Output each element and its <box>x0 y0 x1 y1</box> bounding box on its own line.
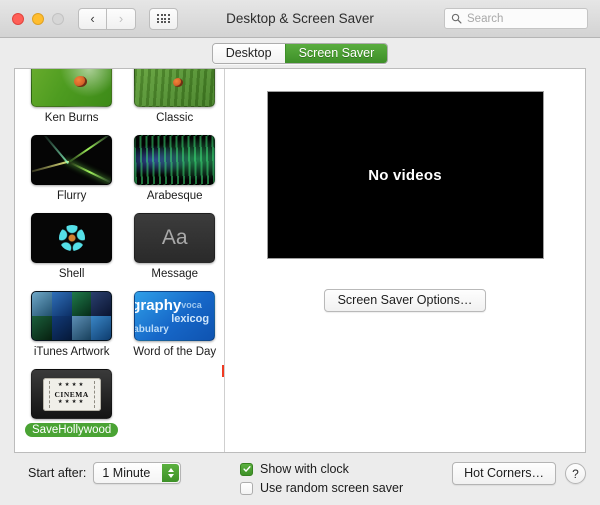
ladybug-icon <box>173 78 184 87</box>
show-all-button[interactable] <box>149 7 178 30</box>
screensaver-thumbnail <box>31 213 113 263</box>
ticket-title: CINEMA <box>54 389 89 399</box>
screensaver-thumbnail <box>31 69 113 107</box>
checkmark-icon <box>242 466 251 472</box>
search-field[interactable]: Search <box>444 8 588 29</box>
checkbox-box[interactable] <box>240 481 253 495</box>
screensaver-label: Arabesque <box>146 190 203 202</box>
preview-pane: No videos Screen Saver Options… <box>225 69 585 452</box>
help-button[interactable]: ? <box>565 463 586 484</box>
chevron-right-icon: › <box>118 11 124 26</box>
preferences-content: Ken Burns Classic Flurry Arabesque Shell… <box>14 68 586 453</box>
screensaver-item-ken-burns[interactable]: Ken Burns <box>25 69 118 125</box>
screensaver-thumbnail: graphy lexicog voca abulary <box>134 291 216 341</box>
word-fragment: voca <box>181 300 202 310</box>
stepper-up-down-icon[interactable] <box>162 464 180 482</box>
screensaver-item-savehollywood[interactable]: ★★★★ CINEMA ★★★★ SaveHollywood <box>25 369 119 437</box>
search-placeholder: Search <box>467 12 504 25</box>
screensaver-item-classic[interactable]: Classic <box>126 69 223 125</box>
start-after-value: 1 Minute <box>102 466 151 480</box>
segmented-control: Desktop Screen Saver <box>211 42 389 64</box>
tab-bar: Desktop Screen Saver <box>0 38 600 68</box>
flurry-streak-icon <box>42 136 70 165</box>
start-after-group: Start after: 1 Minute <box>28 462 182 484</box>
scroll-marker <box>222 365 224 377</box>
system-preferences-window: ‹ › Desktop & Screen Saver Search Deskto… <box>0 0 600 505</box>
tab-desktop[interactable]: Desktop <box>212 43 285 63</box>
search-icon <box>451 13 462 24</box>
start-after-label: Start after: <box>28 466 87 480</box>
word-fragment: graphy <box>134 297 182 314</box>
screensaver-item-message[interactable]: Aa Message <box>126 213 223 281</box>
checkbox-group: Show with clock Use random screen saver <box>240 462 403 495</box>
screensaver-item-arabesque[interactable]: Arabesque <box>126 135 223 203</box>
bottom-controls: Start after: 1 Minute Show with clock Us… <box>0 453 600 505</box>
minimize-button-icon[interactable] <box>32 12 44 25</box>
screensaver-grid: Ken Burns Classic Flurry Arabesque Shell… <box>15 69 224 437</box>
window-titlebar: ‹ › Desktop & Screen Saver Search <box>0 0 600 38</box>
chevron-left-icon: ‹ <box>90 11 95 26</box>
checkbox-label: Use random screen saver <box>260 481 404 495</box>
message-aa-glyph: Aa <box>161 226 188 249</box>
back-button[interactable]: ‹ <box>78 7 107 30</box>
ticket-stars-top: ★★★★ <box>57 381 86 388</box>
tab-screen-saver[interactable]: Screen Saver <box>284 43 388 63</box>
screensaver-preview: No videos <box>266 91 544 259</box>
screensaver-thumbnail: Aa <box>134 213 216 263</box>
screensaver-label: Ken Burns <box>44 112 99 124</box>
word-fragment: lexicog <box>171 313 210 325</box>
ladybug-icon <box>74 76 88 87</box>
hot-corners-button[interactable]: Hot Corners… <box>452 462 556 485</box>
screensaver-label: Shell <box>58 268 85 280</box>
screensaver-list-pane[interactable]: Ken Burns Classic Flurry Arabesque Shell… <box>15 69 225 452</box>
screensaver-label: iTunes Artwork <box>33 346 110 358</box>
ticket-stars-bottom: ★★★★ <box>57 399 86 405</box>
screensaver-label: Message <box>151 268 199 280</box>
screensaver-label: Flurry <box>56 190 87 202</box>
traffic-light-group <box>12 12 64 25</box>
flurry-streak-icon <box>32 160 70 175</box>
checkbox-use-random-screen-saver[interactable]: Use random screen saver <box>240 481 403 495</box>
bottom-right-buttons: Hot Corners… ? <box>452 462 586 485</box>
grid-apps-icon <box>157 13 170 24</box>
screensaver-item-itunes-artwork[interactable]: iTunes Artwork <box>25 291 118 359</box>
screensaver-item-shell[interactable]: Shell <box>25 213 118 281</box>
checkbox-label: Show with clock <box>260 462 349 476</box>
forward-button: › <box>107 7 136 30</box>
screensaver-item-flurry[interactable]: Flurry <box>25 135 118 203</box>
screensaver-item-word-of-the-day[interactable]: graphy lexicog voca abulary Word of the … <box>126 291 223 359</box>
navigation-buttons: ‹ › <box>78 7 136 30</box>
zoom-button-icon <box>52 12 64 25</box>
screensaver-label: Word of the Day <box>133 346 217 358</box>
screensaver-thumbnail: ★★★★ CINEMA ★★★★ <box>31 369 113 419</box>
start-after-popup[interactable]: 1 Minute <box>93 462 182 484</box>
screensaver-thumbnail <box>134 135 216 185</box>
word-fragment: abulary <box>134 324 169 335</box>
screensaver-label: SaveHollywood <box>25 423 119 437</box>
screensaver-thumbnail <box>134 69 216 107</box>
screensaver-thumbnail <box>31 291 113 341</box>
checkbox-box[interactable] <box>240 462 253 476</box>
cinema-ticket-icon: ★★★★ CINEMA ★★★★ <box>42 377 101 411</box>
screensaver-thumbnail <box>31 135 113 185</box>
shell-fractal-icon <box>58 225 85 251</box>
close-button-icon[interactable] <box>12 12 24 25</box>
screen-saver-options-button[interactable]: Screen Saver Options… <box>323 289 487 312</box>
screensaver-label: Classic <box>156 112 194 124</box>
preview-message: No videos <box>368 166 442 184</box>
checkbox-show-with-clock[interactable]: Show with clock <box>240 462 403 476</box>
